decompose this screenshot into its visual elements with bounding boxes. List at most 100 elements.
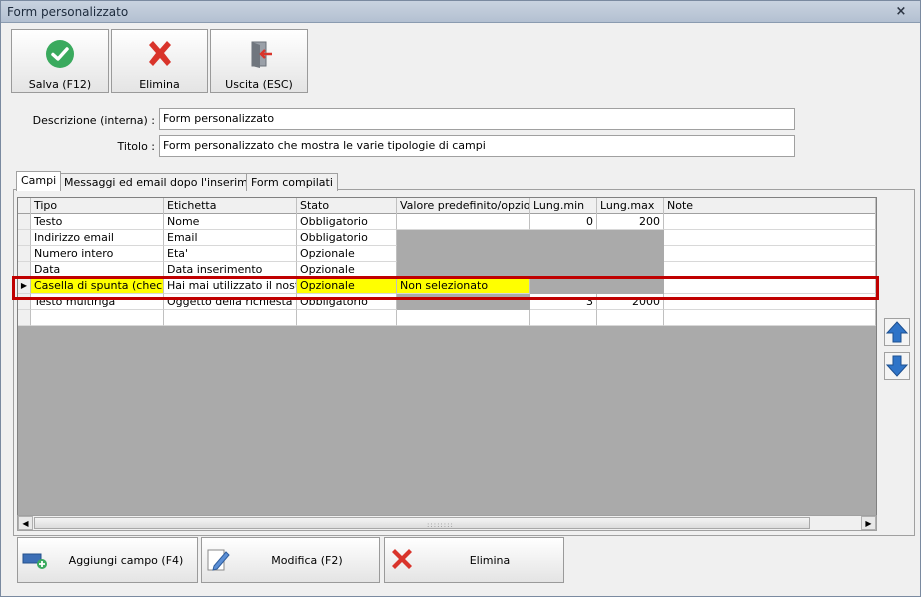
column-header-lung-max[interactable]: Lung.max bbox=[597, 198, 664, 214]
door-exit-icon bbox=[251, 41, 272, 68]
column-header-etichetta[interactable]: Etichetta bbox=[164, 198, 297, 214]
cell-lung-min bbox=[530, 246, 597, 262]
tab-messaggi[interactable]: Messaggi ed email dopo l'inserimento bbox=[59, 173, 278, 191]
row-header[interactable] bbox=[18, 294, 31, 310]
move-up-button[interactable] bbox=[884, 318, 910, 346]
edit-field-label: Modifica (F2) bbox=[271, 554, 343, 567]
table-row-new[interactable] bbox=[18, 310, 876, 326]
cell-etichetta[interactable]: Nome bbox=[164, 214, 297, 230]
title-bar: Form personalizzato × bbox=[1, 1, 920, 23]
title-label: Titolo : bbox=[117, 140, 155, 153]
horizontal-scrollbar[interactable]: ◀ :::::::: ▶ bbox=[17, 515, 877, 531]
cell-note[interactable] bbox=[664, 214, 876, 230]
x-icon bbox=[392, 549, 412, 569]
table-row[interactable]: Data Data inserimento Opzionale bbox=[18, 262, 876, 278]
cell-note[interactable] bbox=[664, 246, 876, 262]
window-title: Form personalizzato bbox=[7, 5, 129, 19]
cell-stato[interactable]: Opzionale bbox=[297, 262, 397, 278]
save-button-label: Salva (F12) bbox=[28, 78, 92, 91]
cell-etichetta[interactable] bbox=[164, 310, 297, 326]
cell-lung-max bbox=[597, 246, 664, 262]
cell-tipo[interactable]: Numero intero bbox=[31, 246, 164, 262]
description-field[interactable]: Form personalizzato bbox=[159, 108, 795, 130]
table-row[interactable]: Testo multiriga Oggetto della richiesta … bbox=[18, 294, 876, 310]
cell-lung-min[interactable]: 3 bbox=[530, 294, 597, 310]
cell-tipo[interactable]: Testo bbox=[31, 214, 164, 230]
cell-etichetta[interactable]: Data inserimento bbox=[164, 262, 297, 278]
title-field[interactable]: Form personalizzato che mostra le varie … bbox=[159, 135, 795, 157]
scroll-grip: :::::::: bbox=[427, 521, 454, 529]
cell-valore bbox=[397, 246, 530, 262]
cell-etichetta[interactable]: Hai mai utilizzato il nostr… bbox=[164, 278, 297, 294]
cell-valore[interactable]: Non selezionato bbox=[397, 278, 530, 294]
tab-form-compilati[interactable]: Form compilati bbox=[246, 173, 338, 191]
cell-stato[interactable] bbox=[297, 310, 397, 326]
cell-stato[interactable]: Opzionale bbox=[297, 278, 397, 294]
cell-etichetta[interactable]: Email bbox=[164, 230, 297, 246]
cell-etichetta[interactable]: Eta' bbox=[164, 246, 297, 262]
cell-lung-max bbox=[597, 230, 664, 246]
cell-stato[interactable]: Obbligatorio bbox=[297, 294, 397, 310]
check-circle-icon bbox=[46, 40, 74, 68]
table-row[interactable]: Indirizzo email Email Obbligatorio bbox=[18, 230, 876, 246]
cell-stato[interactable]: Opzionale bbox=[297, 246, 397, 262]
row-header[interactable] bbox=[18, 214, 31, 230]
cell-valore[interactable] bbox=[397, 310, 530, 326]
cell-valore[interactable] bbox=[397, 214, 530, 230]
cell-tipo[interactable]: Casella di spunta (check… bbox=[31, 278, 164, 294]
exit-button[interactable]: Uscita (ESC) bbox=[210, 29, 308, 93]
cell-lung-max[interactable]: 200 bbox=[597, 214, 664, 230]
scroll-thumb[interactable]: :::::::: bbox=[34, 517, 810, 529]
row-header[interactable] bbox=[18, 246, 31, 262]
cell-note[interactable] bbox=[664, 262, 876, 278]
delete-button-label: Elimina bbox=[139, 78, 180, 91]
scroll-right-icon[interactable]: ▶ bbox=[861, 516, 876, 530]
row-header[interactable] bbox=[18, 262, 31, 278]
delete-button[interactable]: Elimina bbox=[111, 29, 208, 93]
close-icon[interactable]: × bbox=[894, 5, 908, 19]
row-selected-marker[interactable]: ▶ bbox=[18, 278, 31, 294]
column-header-stato[interactable]: Stato bbox=[297, 198, 397, 214]
delete-field-button[interactable]: Elimina bbox=[384, 537, 564, 583]
cell-stato[interactable]: Obbligatorio bbox=[297, 214, 397, 230]
cell-lung-min bbox=[530, 262, 597, 278]
cell-tipo[interactable] bbox=[31, 310, 164, 326]
arrow-down-icon bbox=[885, 355, 909, 377]
cell-valore bbox=[397, 230, 530, 246]
cell-etichetta[interactable]: Oggetto della richiesta bbox=[164, 294, 297, 310]
cell-note[interactable] bbox=[664, 294, 876, 310]
column-header-tipo[interactable]: Tipo bbox=[31, 198, 164, 214]
cell-valore bbox=[397, 262, 530, 278]
cell-lung-max[interactable]: 2000 bbox=[597, 294, 664, 310]
save-button[interactable]: Salva (F12) bbox=[11, 29, 109, 93]
cell-note[interactable] bbox=[664, 230, 876, 246]
scroll-left-icon[interactable]: ◀ bbox=[18, 516, 33, 530]
table-row[interactable]: Testo Nome Obbligatorio 0 200 bbox=[18, 214, 876, 230]
cell-tipo[interactable]: Data bbox=[31, 262, 164, 278]
arrow-up-icon bbox=[885, 321, 909, 343]
move-down-button[interactable] bbox=[884, 352, 910, 380]
add-field-button[interactable]: Aggiungi campo (F4) bbox=[17, 537, 198, 583]
description-label: Descrizione (interna) : bbox=[32, 114, 155, 127]
row-header[interactable] bbox=[18, 310, 31, 326]
tab-campi[interactable]: Campi bbox=[16, 171, 62, 191]
cell-lung-min[interactable] bbox=[530, 310, 597, 326]
table-row-selected[interactable]: ▶ Casella di spunta (check… Hai mai util… bbox=[18, 278, 876, 294]
cell-lung-min[interactable]: 0 bbox=[530, 214, 597, 230]
column-header-valore[interactable]: Valore predefinito/opzioni bbox=[397, 198, 530, 214]
row-header[interactable] bbox=[18, 230, 31, 246]
cell-stato[interactable]: Obbligatorio bbox=[297, 230, 397, 246]
edit-field-button[interactable]: Modifica (F2) bbox=[201, 537, 380, 583]
cell-lung-max bbox=[597, 262, 664, 278]
table-row[interactable]: Numero intero Eta' Opzionale bbox=[18, 246, 876, 262]
cell-valore bbox=[397, 294, 530, 310]
fields-grid[interactable]: Tipo Etichetta Stato Valore predefinito/… bbox=[17, 197, 877, 531]
cell-lung-max[interactable] bbox=[597, 310, 664, 326]
column-header-note[interactable]: Note bbox=[664, 198, 876, 214]
cell-note[interactable] bbox=[664, 310, 876, 326]
pencil-edit-icon bbox=[207, 549, 230, 571]
column-header-lung-min[interactable]: Lung.min bbox=[530, 198, 597, 214]
cell-note[interactable] bbox=[664, 278, 876, 294]
cell-tipo[interactable]: Testo multiriga bbox=[31, 294, 164, 310]
cell-tipo[interactable]: Indirizzo email bbox=[31, 230, 164, 246]
